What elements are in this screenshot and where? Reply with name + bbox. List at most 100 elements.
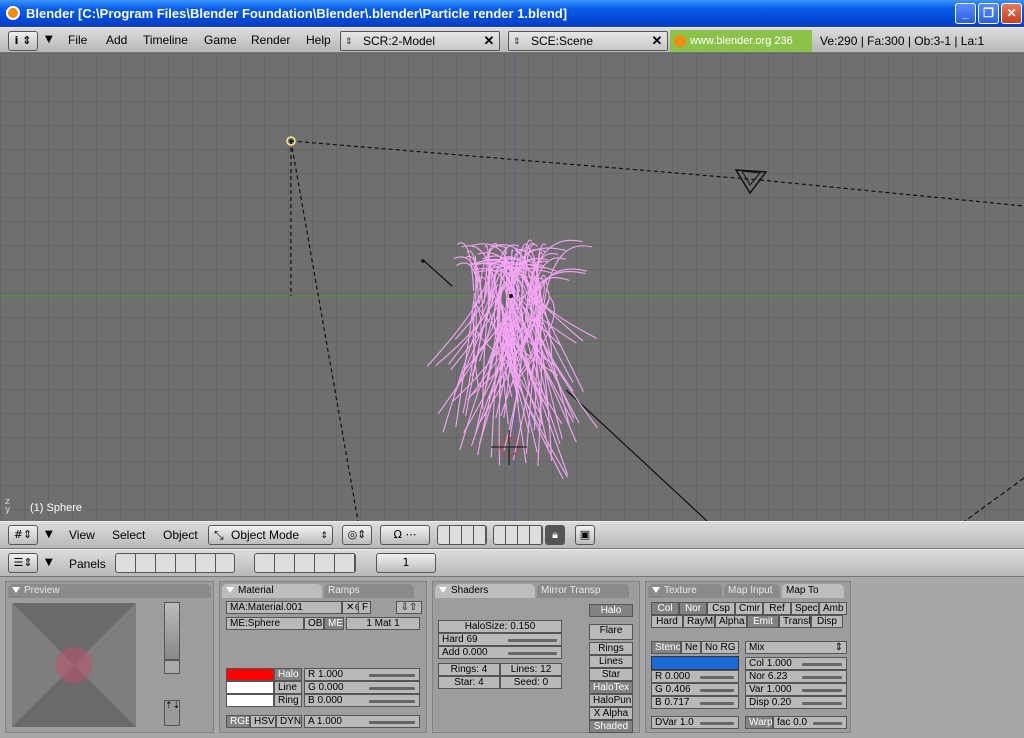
stencil-toggle[interactable]: Stenc — [651, 641, 681, 654]
delete-screen-icon[interactable]: ✕ — [481, 33, 497, 49]
scene-selector[interactable]: ⇕ SCE:Scene ✕ — [508, 31, 668, 51]
delete-scene-icon[interactable]: ✕ — [649, 33, 665, 49]
tex-r-slider[interactable]: R 0.000 — [651, 670, 739, 683]
seed-field[interactable]: Seed: 0 — [500, 676, 562, 689]
r-slider[interactable]: R 1.000 — [304, 668, 420, 681]
halo-color-button[interactable]: Halo — [274, 668, 302, 681]
tab-texture[interactable]: Texture — [648, 584, 722, 598]
dyn-mode-button[interactable]: DYN — [276, 715, 302, 728]
link-me-button[interactable]: ME — [324, 617, 344, 630]
layer-buttons-right[interactable] — [493, 525, 543, 545]
material-name-field[interactable]: MA:Material.001 — [226, 601, 342, 614]
copy-paste-icons[interactable]: ⇩⇧ — [396, 601, 422, 614]
var-slider[interactable]: Var 1.000 — [745, 683, 847, 696]
fake-user-button[interactable]: F — [358, 601, 371, 614]
hsv-mode-button[interactable]: HSV — [250, 715, 276, 728]
tab-shaders[interactable]: Shaders — [435, 584, 535, 598]
snap-menu[interactable]: Ω ⋯ — [380, 525, 430, 545]
rgb-mode-button[interactable]: RGB — [226, 715, 250, 728]
map-to-alpha-toggle[interactable]: Alpha — [715, 615, 747, 628]
flare-toggle[interactable]: Flare — [589, 624, 633, 640]
warp-fac-slider[interactable]: fac 0.0 — [773, 716, 847, 729]
x-alpha-toggle[interactable]: X Alpha — [589, 707, 633, 720]
map-to-cmir-toggle[interactable]: Cmir — [735, 602, 763, 615]
lines-toggle[interactable]: Lines — [589, 655, 633, 668]
tab-map-to[interactable]: Map To — [782, 584, 844, 598]
map-to-amb-toggle[interactable]: Amb — [819, 602, 847, 615]
website-link[interactable]: www.blender.org 236 — [670, 30, 812, 52]
warp-toggle[interactable]: Warp — [745, 716, 773, 729]
window-type-menu[interactable]: ☰⇕ — [8, 553, 38, 573]
layer-buttons-left[interactable] — [437, 525, 487, 545]
blend-mode-select[interactable]: Mix ⇕ — [745, 641, 847, 654]
negative-toggle[interactable]: Ne — [681, 641, 701, 654]
frame-number-field[interactable]: 1 — [376, 553, 436, 573]
maximize-button[interactable]: ❐ — [978, 3, 999, 24]
rings-field[interactable]: Rings: 4 — [438, 663, 500, 676]
tab-map-input[interactable]: Map Input — [724, 584, 780, 598]
hard-slider[interactable]: Hard 69 — [438, 633, 562, 646]
collapse-menu-icon[interactable]: ▼ — [45, 529, 53, 540]
material-index-field[interactable]: 1 Mat 1 — [346, 617, 420, 630]
tex-b-slider[interactable]: B 0.717 — [651, 696, 739, 709]
tab-material[interactable]: Material — [222, 584, 322, 598]
halo-color-swatch[interactable] — [226, 668, 274, 681]
3d-viewport[interactable]: z y (1) Sphere — [0, 53, 1024, 521]
line-color-button[interactable]: Line — [274, 681, 302, 694]
line-color-swatch[interactable] — [226, 681, 274, 694]
menu-view[interactable]: View — [69, 528, 95, 542]
preview-background-button[interactable] — [164, 660, 180, 674]
map-to-csp-toggle[interactable]: Csp — [707, 602, 735, 615]
alpha-slider[interactable]: A 1.000 — [304, 715, 420, 728]
map-to-nor-toggle[interactable]: Nor — [679, 602, 707, 615]
render-view-icon[interactable]: ▣ — [575, 525, 595, 545]
star-toggle[interactable]: Star — [589, 668, 633, 681]
minimize-button[interactable]: _ — [955, 3, 976, 24]
draw-type-menu[interactable]: ◎⇕ — [342, 525, 372, 545]
col-slider[interactable]: Col 1.000 — [745, 657, 847, 670]
b-slider[interactable]: B 0.000 — [304, 694, 420, 707]
preview-type-buttons[interactable] — [164, 602, 180, 660]
menu-timeline[interactable]: Timeline — [143, 33, 188, 47]
context-buttons[interactable] — [115, 553, 235, 573]
halotex-toggle[interactable]: HaloTex — [589, 681, 633, 694]
halopun-toggle[interactable]: HaloPun — [589, 694, 633, 707]
menu-game[interactable]: Game — [204, 33, 237, 47]
nor-slider[interactable]: Nor 6.23 — [745, 670, 847, 683]
menu-file[interactable]: File — [68, 33, 87, 47]
window-type-menu[interactable]: i ⇕ — [8, 31, 38, 51]
map-to-hard-toggle[interactable]: Hard — [651, 615, 683, 628]
subcontext-buttons[interactable] — [254, 553, 356, 573]
ring-color-button[interactable]: Ring — [274, 694, 302, 707]
lock-icon[interactable]: 🔒︎ — [545, 525, 565, 545]
shaded-toggle[interactable]: Shaded — [589, 720, 633, 733]
tab-mirror-transp[interactable]: Mirror Transp — [537, 584, 629, 598]
collapse-menu-icon[interactable]: ▼ — [45, 34, 53, 45]
halo-size-field[interactable]: HaloSize: 0.150 — [438, 620, 562, 633]
map-to-raymi-toggle[interactable]: RayMi — [683, 615, 715, 628]
preview-tab[interactable]: Preview — [8, 584, 211, 598]
texture-color-swatch[interactable] — [651, 656, 739, 670]
menu-add[interactable]: Add — [106, 33, 127, 47]
map-to-translu-toggle[interactable]: Translu — [779, 615, 811, 628]
menu-render[interactable]: Render — [251, 33, 290, 47]
dvar-slider[interactable]: DVar 1.0 — [651, 716, 739, 729]
collapse-menu-icon[interactable]: ▼ — [45, 557, 53, 568]
halo-toggle[interactable]: Halo — [589, 604, 633, 617]
preview-render-button[interactable]: ⇡⇣ — [164, 700, 180, 726]
menu-help[interactable]: Help — [306, 33, 331, 47]
mode-selector[interactable]: ⤡ Object Mode ⇕ — [208, 525, 333, 545]
mesh-name-field[interactable]: ME:Sphere — [226, 617, 304, 630]
map-to-ref-toggle[interactable]: Ref — [763, 602, 791, 615]
menu-select[interactable]: Select — [112, 528, 145, 542]
map-to-col-toggle[interactable]: Col — [651, 602, 679, 615]
map-to-spec-toggle[interactable]: Spec — [791, 602, 819, 615]
no-rgb-toggle[interactable]: No RG — [701, 641, 739, 654]
tex-g-slider[interactable]: G 0.406 — [651, 683, 739, 696]
g-slider[interactable]: G 0.000 — [304, 681, 420, 694]
close-button[interactable]: ✕ — [1001, 3, 1022, 24]
disp-slider[interactable]: Disp 0.20 — [745, 696, 847, 709]
add-slider[interactable]: Add 0.000 — [438, 646, 562, 659]
menu-object[interactable]: Object — [163, 528, 198, 542]
rings-toggle[interactable]: Rings — [589, 642, 633, 655]
